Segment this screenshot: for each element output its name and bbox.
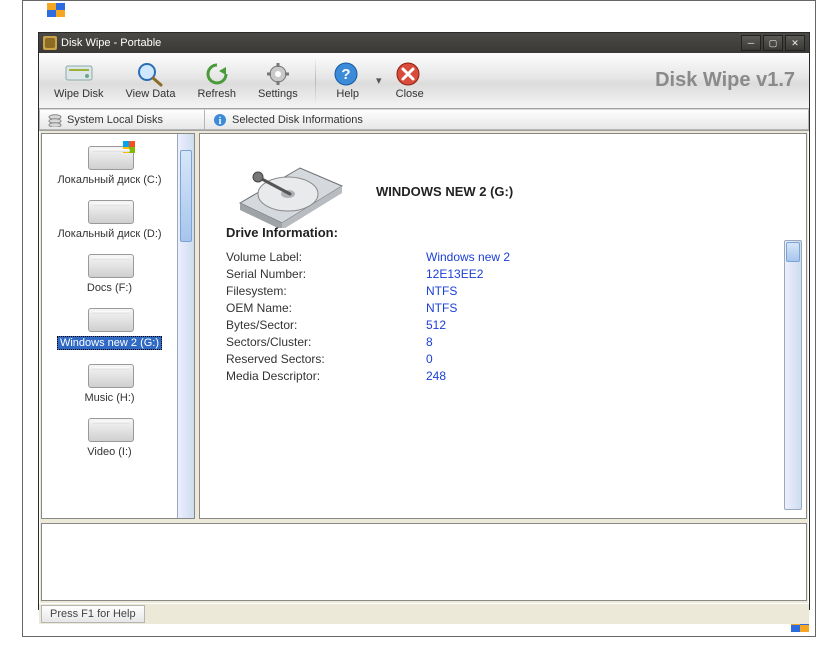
info-value: 12E13EE2 xyxy=(426,267,483,281)
disk-stack-icon xyxy=(48,113,62,127)
settings-button[interactable]: Settings xyxy=(247,53,309,108)
info-row: Bytes/Sector:512 xyxy=(226,318,788,332)
disk-item-label: Music (H:) xyxy=(84,392,134,404)
info-key: Serial Number: xyxy=(226,267,426,281)
hard-drive-image xyxy=(230,148,350,228)
view-data-label: View Data xyxy=(126,88,176,100)
help-icon: ? xyxy=(333,61,363,87)
close-label: Close xyxy=(396,88,424,100)
close-window-button[interactable]: ✕ xyxy=(785,35,805,51)
header-system-local-disks[interactable]: System Local Disks xyxy=(39,109,204,130)
sidebar-scroll-thumb[interactable] xyxy=(180,150,192,242)
wipe-disk-label: Wipe Disk xyxy=(54,88,104,100)
info-value: NTFS xyxy=(426,301,457,315)
magnifier-icon xyxy=(135,61,165,87)
app-window: Disk Wipe - Portable ─ ▢ ✕ Wipe Disk Vie… xyxy=(38,32,810,610)
info-value: NTFS xyxy=(426,284,457,298)
selected-disk-title: WINDOWS NEW 2 (G:) xyxy=(376,184,788,199)
info-value: Windows new 2 xyxy=(426,250,510,264)
disk-item-label: Video (I:) xyxy=(87,446,131,458)
header-left-label: System Local Disks xyxy=(67,114,163,126)
drive-icon xyxy=(88,146,132,170)
header-right-label: Selected Disk Informations xyxy=(232,114,363,126)
disk-item[interactable]: Video (I:) xyxy=(48,412,172,464)
disk-item-label: Локальный диск (C:) xyxy=(57,174,161,186)
drive-icon xyxy=(88,200,132,224)
info-key: Reserved Sectors: xyxy=(226,352,426,366)
details-panel: WINDOWS NEW 2 (G:) Drive Information: Vo… xyxy=(199,133,807,519)
info-icon: i xyxy=(213,113,227,127)
corner-glyph-top-left xyxy=(47,3,65,17)
info-row: Media Descriptor:248 xyxy=(226,369,788,383)
log-panel[interactable] xyxy=(41,523,807,601)
refresh-button[interactable]: Refresh xyxy=(186,53,247,108)
drive-icon xyxy=(88,308,132,332)
disk-item[interactable]: Windows new 2 (G:) xyxy=(48,302,172,356)
info-key: Media Descriptor: xyxy=(226,369,426,383)
toolbar: Wipe Disk View Data Refresh Settings ? H xyxy=(39,53,809,109)
help-label: Help xyxy=(336,88,359,100)
section-drive-information: Drive Information: xyxy=(226,225,788,240)
help-button[interactable]: ? Help xyxy=(322,53,374,108)
close-button[interactable]: Close xyxy=(384,53,436,108)
window-title: Disk Wipe - Portable xyxy=(61,37,741,49)
view-data-button[interactable]: View Data xyxy=(115,53,187,108)
info-key: Volume Label: xyxy=(226,250,426,264)
disk-item[interactable]: Music (H:) xyxy=(48,358,172,410)
drive-icon xyxy=(88,254,132,278)
toolbar-separator xyxy=(315,57,316,104)
info-row: Reserved Sectors:0 xyxy=(226,352,788,366)
header-selected-disk-info[interactable]: i Selected Disk Informations xyxy=(204,109,809,130)
disk-item-label: Локальный диск (D:) xyxy=(57,228,161,240)
gear-icon xyxy=(263,61,293,87)
info-value: 0 xyxy=(426,352,433,366)
close-icon xyxy=(395,61,425,87)
drive-icon xyxy=(88,364,132,388)
info-key: Filesystem: xyxy=(226,284,426,298)
details-scroll-thumb[interactable] xyxy=(786,242,800,262)
panel-headers: System Local Disks i Selected Disk Infor… xyxy=(39,109,809,131)
info-row: Sectors/Cluster:8 xyxy=(226,335,788,349)
disk-item[interactable]: Локальный диск (D:) xyxy=(48,194,172,246)
maximize-button[interactable]: ▢ xyxy=(763,35,783,51)
status-bar: Press F1 for Help xyxy=(39,603,809,624)
app-icon xyxy=(43,36,57,50)
sidebar-scrollbar[interactable] xyxy=(177,134,194,518)
titlebar[interactable]: Disk Wipe - Portable ─ ▢ ✕ xyxy=(39,33,809,53)
info-value: 512 xyxy=(426,318,446,332)
brand-text: Disk Wipe v1.7 xyxy=(655,53,795,108)
disk-item-label: Windows new 2 (G:) xyxy=(57,336,162,350)
info-value: 8 xyxy=(426,335,433,349)
help-dropdown-arrow[interactable]: ▾ xyxy=(374,53,384,108)
info-row: Serial Number:12E13EE2 xyxy=(226,267,788,281)
wipe-disk-icon xyxy=(64,61,94,87)
main-body: Локальный диск (C:) Локальный диск (D:) Do… xyxy=(39,131,809,521)
info-key: OEM Name: xyxy=(226,301,426,315)
refresh-label: Refresh xyxy=(197,88,236,100)
wipe-disk-button[interactable]: Wipe Disk xyxy=(43,53,115,108)
window-controls: ─ ▢ ✕ xyxy=(741,35,805,51)
status-help-hint: Press F1 for Help xyxy=(41,605,145,623)
sidebar-disks: Локальный диск (C:) Локальный диск (D:) Do… xyxy=(41,133,195,519)
disk-item[interactable]: Docs (F:) xyxy=(48,248,172,300)
settings-label: Settings xyxy=(258,88,298,100)
info-value: 248 xyxy=(426,369,446,383)
refresh-icon xyxy=(202,61,232,87)
disk-item[interactable]: Локальный диск (C:) xyxy=(48,140,172,192)
drive-icon xyxy=(88,418,132,442)
info-row: Filesystem:NTFS xyxy=(226,284,788,298)
disk-item-label: Docs (F:) xyxy=(87,282,132,294)
details-scrollbar[interactable] xyxy=(784,240,802,510)
svg-text:i: i xyxy=(219,116,222,127)
minimize-button[interactable]: ─ xyxy=(741,35,761,51)
info-row: OEM Name:NTFS xyxy=(226,301,788,315)
info-key: Sectors/Cluster: xyxy=(226,335,426,349)
svg-text:?: ? xyxy=(341,66,350,83)
info-row: Volume Label:Windows new 2 xyxy=(226,250,788,264)
info-key: Bytes/Sector: xyxy=(226,318,426,332)
